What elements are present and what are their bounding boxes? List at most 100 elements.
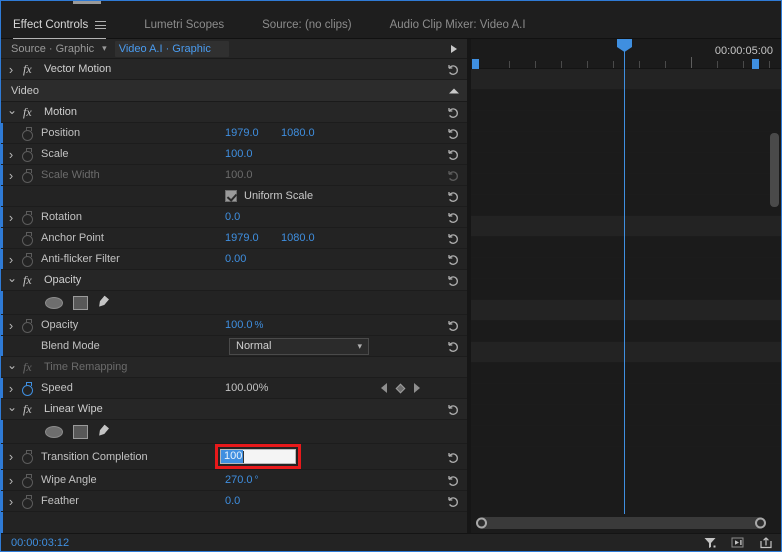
property-row-transition-completion[interactable]: Transition Completion 100 [1, 444, 467, 470]
disclosure-triangle[interactable] [7, 360, 15, 374]
disclosure-triangle[interactable] [7, 381, 15, 396]
uniform-scale-control[interactable]: Uniform Scale [225, 186, 313, 206]
breadcrumb-clip-label[interactable]: Video A.I · Graphic [115, 41, 229, 57]
disclosure-triangle[interactable] [7, 449, 15, 464]
wipe-angle-value[interactable]: 270.0 [225, 474, 253, 486]
stopwatch-icon[interactable] [21, 474, 34, 487]
reset-icon[interactable] [446, 106, 459, 118]
disclosure-triangle[interactable] [7, 210, 15, 225]
play-in-to-out-icon[interactable] [731, 536, 745, 549]
anchor-y-value[interactable]: 1080.0 [281, 232, 337, 244]
reset-icon[interactable] [446, 274, 459, 286]
panel-drag-nubbin[interactable] [73, 1, 101, 4]
disclosure-triangle[interactable] [7, 168, 15, 183]
playhead-marker-icon[interactable] [617, 39, 632, 52]
scale-value[interactable]: 100.0 [225, 148, 281, 160]
reset-icon[interactable] [446, 451, 459, 463]
reset-icon[interactable] [446, 211, 459, 223]
rotation-value[interactable]: 0.0 [225, 211, 281, 223]
add-keyframe-icon[interactable] [396, 383, 406, 393]
property-row-position[interactable]: Position 1979.0 1080.0 [1, 123, 467, 144]
effect-group-time-remapping[interactable]: fx Time Remapping [1, 357, 467, 378]
export-frame-icon[interactable] [759, 536, 773, 549]
reset-icon[interactable] [446, 148, 459, 160]
play-arrow-icon[interactable] [451, 45, 457, 53]
ellipse-mask-icon[interactable] [45, 426, 63, 438]
stopwatch-icon[interactable] [21, 148, 34, 161]
reset-icon[interactable] [446, 127, 459, 139]
transition-completion-edit-area[interactable]: 100 [215, 444, 301, 469]
tab-audio-clip-mixer[interactable]: Audio Clip Mixer: Video A.I [390, 9, 540, 41]
stopwatch-icon[interactable] [21, 232, 34, 245]
stopwatch-icon[interactable] [21, 319, 34, 332]
filter-funnel-icon[interactable] [703, 536, 717, 549]
chevron-up-icon[interactable] [449, 88, 459, 93]
property-row-feather[interactable]: Feather 0.0 [1, 491, 467, 512]
reset-icon[interactable] [446, 340, 459, 352]
property-row-wipe-angle[interactable]: Wipe Angle 270.0 ° [1, 470, 467, 491]
position-x-value[interactable]: 1979.0 [225, 127, 281, 139]
property-row-anchor-point[interactable]: Anchor Point 1979.0 1080.0 [1, 228, 467, 249]
blend-mode-select[interactable]: Normal ▾ [229, 338, 369, 355]
hamburger-icon[interactable] [95, 19, 106, 32]
reset-icon[interactable] [446, 190, 459, 202]
reset-icon[interactable] [446, 63, 459, 75]
transition-completion-input[interactable]: 100 [220, 449, 296, 464]
disclosure-triangle[interactable] [7, 147, 15, 162]
opacity-value[interactable]: 100.0 [225, 319, 253, 331]
position-y-value[interactable]: 1080.0 [281, 127, 337, 139]
property-row-speed[interactable]: Speed 100.00% [1, 378, 467, 399]
disclosure-triangle[interactable] [7, 273, 15, 287]
tab-lumetri-scopes[interactable]: Lumetri Scopes [144, 9, 238, 41]
effect-group-opacity[interactable]: fx Opacity [1, 270, 467, 291]
reset-icon[interactable] [446, 495, 459, 507]
anti-flicker-value[interactable]: 0.00 [225, 253, 281, 265]
pen-mask-icon[interactable] [98, 424, 113, 439]
pen-mask-icon[interactable] [98, 295, 113, 310]
feather-value[interactable]: 0.0 [225, 495, 281, 507]
reset-icon[interactable] [446, 319, 459, 331]
disclosure-triangle[interactable] [7, 494, 15, 509]
stopwatch-icon[interactable] [21, 211, 34, 224]
chevron-down-icon[interactable]: ▾ [102, 43, 107, 54]
disclosure-triangle[interactable] [7, 62, 15, 77]
speed-value[interactable]: 100.00% [225, 382, 268, 394]
prev-keyframe-icon[interactable] [381, 383, 387, 393]
property-row-uniform-scale[interactable]: Uniform Scale [1, 186, 467, 207]
stopwatch-icon[interactable] [21, 382, 34, 395]
disclosure-triangle[interactable] [7, 473, 15, 488]
zoom-handle-right[interactable] [755, 518, 766, 529]
tab-source[interactable]: Source: (no clips) [262, 9, 365, 41]
stopwatch-icon[interactable] [21, 253, 34, 266]
next-keyframe-icon[interactable] [414, 383, 420, 393]
reset-icon[interactable] [446, 232, 459, 244]
disclosure-triangle[interactable] [7, 402, 15, 416]
stopwatch-icon[interactable] [21, 450, 34, 463]
property-row-scale[interactable]: Scale 100.0 [1, 144, 467, 165]
video-section-header[interactable]: Video [1, 80, 467, 102]
current-timecode[interactable]: 00:00:03:12 [11, 537, 69, 549]
disclosure-triangle[interactable] [7, 105, 15, 119]
property-row-opacity[interactable]: Opacity 100.0 % [1, 315, 467, 336]
timeline-vscrollbar[interactable] [770, 133, 779, 207]
effect-group-motion[interactable]: fx Motion [1, 102, 467, 123]
zoom-handle-left[interactable] [476, 518, 487, 529]
uniform-scale-checkbox[interactable] [225, 190, 237, 202]
reset-icon[interactable] [446, 474, 459, 486]
reset-icon[interactable] [446, 403, 459, 415]
property-row-rotation[interactable]: Rotation 0.0 [1, 207, 467, 228]
blend-mode-control[interactable]: Normal ▾ [229, 336, 369, 356]
reset-icon[interactable] [446, 253, 459, 265]
property-row-anti-flicker-filter[interactable]: Anti-flicker Filter 0.00 [1, 249, 467, 270]
timeline-zoom-scrollbar[interactable] [477, 517, 765, 529]
ellipse-mask-icon[interactable] [45, 297, 63, 309]
timeline-ruler[interactable]: 00:00:05:00 [471, 39, 781, 69]
rectangle-mask-icon[interactable] [73, 296, 88, 310]
tab-effect-controls[interactable]: Effect Controls [13, 9, 120, 41]
anchor-x-value[interactable]: 1979.0 [225, 232, 281, 244]
disclosure-triangle[interactable] [7, 252, 15, 267]
effect-group-vector-motion[interactable]: fx Vector Motion [1, 59, 467, 80]
effect-group-linear-wipe[interactable]: fx Linear Wipe [1, 399, 467, 420]
stopwatch-icon[interactable] [21, 127, 34, 140]
stopwatch-icon[interactable] [21, 495, 34, 508]
